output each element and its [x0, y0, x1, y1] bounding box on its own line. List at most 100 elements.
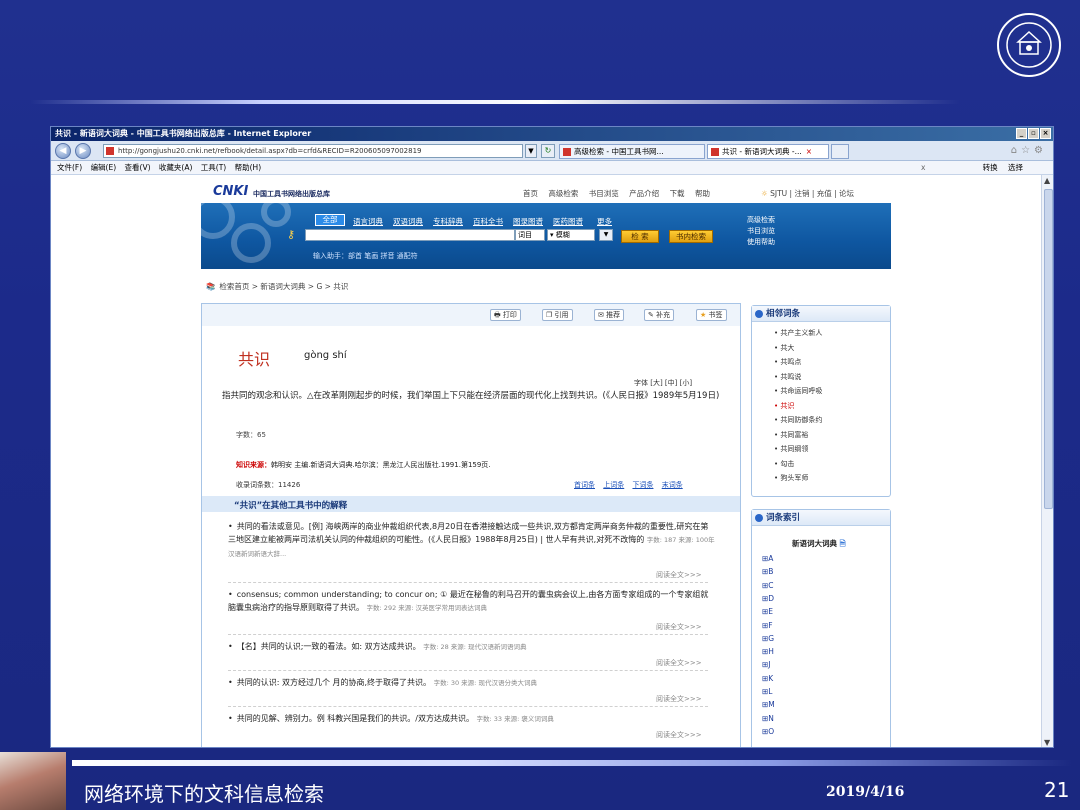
entry-wordcount: 字数：65: [236, 431, 266, 439]
cite-button[interactable]: ❐ 引用: [542, 309, 573, 321]
new-tab-button[interactable]: [831, 144, 849, 159]
tab-advanced-search[interactable]: 高级检索 - 中国工具书网...: [559, 144, 705, 159]
link-help[interactable]: 使用帮助: [747, 237, 775, 247]
menu-tools[interactable]: 工具(T): [201, 161, 226, 175]
maximize-button[interactable]: ▫: [1028, 128, 1039, 139]
nav-download[interactable]: 下载: [670, 189, 685, 198]
index-letter-item[interactable]: ⊞J: [762, 660, 771, 669]
first-entry-link[interactable]: 首词条: [574, 481, 595, 489]
category-atlas[interactable]: 图录图谱: [513, 216, 543, 227]
link-advanced-search[interactable]: 高级检索: [747, 215, 775, 225]
related-entry-item[interactable]: • 共同纲领: [774, 444, 808, 454]
index-letter-item[interactable]: ⊞K: [762, 674, 773, 683]
link-browse[interactable]: 书目浏览: [747, 226, 775, 236]
read-more-link[interactable]: 阅读全文>>>: [656, 570, 702, 580]
index-letter-item[interactable]: ⊞O: [762, 727, 774, 736]
category-medical[interactable]: 医药图谱: [553, 216, 583, 227]
convert-button[interactable]: 转换: [983, 163, 998, 172]
input-helper[interactable]: 输入助手：部首 笔画 拼音 通配符: [313, 251, 418, 261]
tools-gear-icon[interactable]: ⚙: [1034, 145, 1047, 156]
forward-arrow-icon[interactable]: ▶: [75, 143, 91, 159]
address-input[interactable]: http://gongjushu20.cnki.net/refbook/deta…: [103, 144, 523, 158]
address-dropdown-icon[interactable]: ▼: [525, 144, 537, 158]
category-encyclopedia[interactable]: 百科全书: [473, 216, 503, 227]
font-size-switch[interactable]: 字体 [大] [中] [小]: [634, 378, 692, 388]
recommend-button[interactable]: ✉ 推荐: [594, 309, 625, 321]
related-entry-item[interactable]: • 共同防御条约: [774, 415, 822, 425]
last-entry-link[interactable]: 末词条: [662, 481, 683, 489]
close-tab-icon[interactable]: ×: [806, 147, 812, 156]
nav-home[interactable]: 首页: [523, 189, 538, 198]
related-entry-item[interactable]: • 共鸣点: [774, 357, 801, 367]
field-select[interactable]: 词目: [515, 229, 545, 241]
menu-edit[interactable]: 编辑(E): [91, 161, 117, 175]
nav-product[interactable]: 产品介绍: [629, 189, 659, 198]
category-language[interactable]: 语言词典: [353, 216, 383, 227]
nav-help[interactable]: 帮助: [695, 189, 710, 198]
menu-view[interactable]: 查看(V): [125, 161, 151, 175]
search-button[interactable]: 检 索: [621, 230, 659, 243]
breadcrumb-text[interactable]: 检索首页 > 新语词大词典 > G > 共识: [219, 282, 348, 291]
related-entry-item[interactable]: • 勾击: [774, 459, 794, 469]
dropdown-arrow-icon[interactable]: ▼: [599, 229, 613, 241]
related-entry-item[interactable]: • 共识: [774, 401, 794, 411]
close-window-button[interactable]: ×: [1040, 128, 1051, 139]
index-letter-item[interactable]: ⊞H: [762, 647, 774, 656]
nav-advanced-search[interactable]: 高级检索: [548, 189, 578, 198]
menu-favorites[interactable]: 收藏夹(A): [159, 161, 192, 175]
menu-help[interactable]: 帮助(H): [235, 161, 262, 175]
category-bilingual[interactable]: 双语词典: [393, 216, 423, 227]
menu-file[interactable]: 文件(F): [57, 161, 82, 175]
back-arrow-icon[interactable]: ◀: [55, 143, 71, 159]
match-mode-select[interactable]: ▾ 模糊: [547, 229, 595, 241]
index-dictionary-label[interactable]: 新语词大词典: [792, 539, 837, 548]
favorites-star-icon[interactable]: ☆: [1021, 145, 1034, 156]
index-letter-item[interactable]: ⊞C: [762, 581, 774, 590]
related-entry-item[interactable]: • 共命运同呼吸: [774, 386, 822, 396]
read-more-link[interactable]: 阅读全文>>>: [656, 730, 702, 740]
related-entry-item[interactable]: • 共同富裕: [774, 430, 808, 440]
index-letter-item[interactable]: ⊞D: [762, 594, 774, 603]
index-letter-item[interactable]: ⊞F: [762, 621, 773, 630]
user-links-text[interactable]: SJTU | 注销 | 充值 | 论坛: [770, 189, 854, 198]
book-search-button[interactable]: 书内检索: [669, 230, 713, 243]
cnki-logo[interactable]: CNKI: [213, 184, 248, 199]
nav-browse[interactable]: 书目浏览: [589, 189, 619, 198]
tab-current[interactable]: 共识 - 新语词大词典 -... ×: [707, 144, 829, 159]
scroll-up-icon[interactable]: ▲: [1044, 176, 1050, 185]
search-input[interactable]: [305, 229, 515, 241]
related-entry-item[interactable]: • 狗头军师: [774, 473, 808, 483]
index-letter-item[interactable]: ⊞M: [762, 700, 775, 709]
user-links[interactable]: ☼ SJTU | 注销 | 充值 | 论坛: [761, 188, 854, 199]
index-letter-item[interactable]: ⊞A: [762, 554, 773, 563]
breadcrumb[interactable]: 📚 检索首页 > 新语词大词典 > G > 共识: [206, 281, 348, 292]
prev-entry-link[interactable]: 上词条: [603, 481, 624, 489]
related-entry-item[interactable]: • 共产主义新人: [774, 328, 822, 338]
refresh-icon[interactable]: ↻: [541, 144, 555, 158]
vertical-scrollbar[interactable]: ▲ ▼: [1041, 175, 1053, 747]
scrollbar-thumb[interactable]: [1044, 189, 1053, 509]
home-icon[interactable]: ⌂: [1011, 145, 1021, 156]
read-more-link[interactable]: 阅读全文>>>: [656, 658, 702, 668]
category-more[interactable]: 更多: [597, 216, 612, 227]
bookmark-button[interactable]: ★ 书签: [696, 309, 727, 321]
select-button[interactable]: 选择: [1008, 163, 1023, 172]
supplement-button[interactable]: ✎ 补充: [644, 309, 675, 321]
minimize-button[interactable]: _: [1016, 128, 1027, 139]
category-specialty[interactable]: 专科辞典: [433, 216, 463, 227]
scroll-down-icon[interactable]: ▼: [1044, 738, 1050, 747]
read-more-link[interactable]: 阅读全文>>>: [656, 694, 702, 704]
index-letter-item[interactable]: ⊞L: [762, 687, 772, 696]
index-dictionary-name[interactable]: 新语词大词典 🗎: [792, 538, 846, 551]
index-letter-item[interactable]: ⊞G: [762, 634, 774, 643]
related-entry-item[interactable]: • 共鸣说: [774, 372, 801, 382]
close-menubar-icon[interactable]: x: [921, 161, 925, 175]
print-button[interactable]: 🖶 打印: [490, 309, 521, 321]
related-entry-item[interactable]: • 共大: [774, 343, 794, 353]
index-letter-item[interactable]: ⊞E: [762, 607, 773, 616]
index-letter-item[interactable]: ⊞N: [762, 714, 774, 723]
index-letter-item[interactable]: ⊞B: [762, 567, 773, 576]
read-more-link[interactable]: 阅读全文>>>: [656, 622, 702, 632]
category-all[interactable]: 全部: [315, 214, 345, 226]
next-entry-link[interactable]: 下词条: [632, 481, 653, 489]
